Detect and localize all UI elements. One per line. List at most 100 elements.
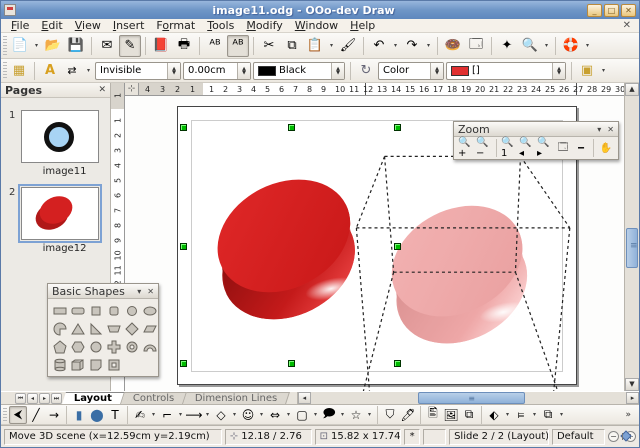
shape-rounded-rectangle-icon[interactable] xyxy=(69,302,86,319)
shape-rectangle-icon[interactable] xyxy=(51,302,68,319)
curve-tool-dropdown[interactable]: ▾ xyxy=(149,406,158,424)
pages-panel-close-icon[interactable]: ✕ xyxy=(98,85,106,95)
insert-text-frame-tool-icon[interactable]: 🖺 xyxy=(424,406,442,424)
menu-insert[interactable]: Insert xyxy=(107,19,151,32)
callouts-tool-dropdown[interactable]: ▾ xyxy=(338,406,347,424)
handle-middle-left[interactable] xyxy=(180,243,187,250)
fontwork-icon[interactable]: A xyxy=(40,61,60,81)
open-icon[interactable]: 📂 xyxy=(42,35,64,57)
shape-right-triangle-icon[interactable] xyxy=(87,320,104,337)
lines-arrows-tool-dropdown[interactable]: ▾ xyxy=(203,406,212,424)
save-icon[interactable]: 💾 xyxy=(65,35,87,57)
stars-tool-icon[interactable]: ☆ xyxy=(347,406,365,424)
line-style-select[interactable]: Invisible▲▼ xyxy=(95,62,181,80)
scroll-right-icon[interactable]: ▸ xyxy=(626,392,639,404)
maximize-button[interactable]: □ xyxy=(604,4,619,17)
tab-controls[interactable]: Controls xyxy=(121,392,187,404)
gallery-tool-icon[interactable]: ⧉ xyxy=(460,406,478,424)
shape-parallelogram-icon[interactable] xyxy=(141,320,158,337)
horizontal-scroll-thumb[interactable]: ≡ xyxy=(418,392,525,404)
tab-nav-previous-icon[interactable]: ◂ xyxy=(27,393,38,404)
zoom-out-icon[interactable]: − xyxy=(608,431,619,442)
rectangle-tool-icon[interactable]: ▮ xyxy=(70,406,88,424)
handle-bottom-right[interactable] xyxy=(394,360,401,367)
toolbar-overflow-dropdown[interactable]: ▾ xyxy=(599,60,608,82)
shape-diamond-icon[interactable] xyxy=(123,320,140,337)
shape-square-icon[interactable] xyxy=(87,302,104,319)
fill-color-select[interactable]: []▲▼ xyxy=(446,62,566,80)
chart-icon[interactable]: 🍩 xyxy=(442,35,464,57)
lines-arrows-tool-icon[interactable]: ⟶ xyxy=(185,406,203,424)
undo-dropdown[interactable]: ▾ xyxy=(391,35,400,57)
autospellcheck-icon[interactable]: ᴬᴮ xyxy=(227,35,249,57)
handle-top-middle[interactable] xyxy=(288,124,295,131)
shape-folded-corner-icon[interactable] xyxy=(87,356,104,373)
shape-isosceles-triangle-icon[interactable] xyxy=(69,320,86,337)
arrange-tool-dropdown[interactable]: ▾ xyxy=(557,406,566,424)
rotate-icon[interactable]: ↻ xyxy=(356,61,376,81)
handle-middle-right[interactable] xyxy=(394,243,401,250)
line-tool-icon[interactable]: ╱ xyxy=(27,406,45,424)
handle-top-right[interactable] xyxy=(394,124,401,131)
new-document-dropdown[interactable]: ▾ xyxy=(32,35,41,57)
minimize-button[interactable]: _ xyxy=(587,4,602,17)
ruler-origin-icon[interactable]: ⊹ xyxy=(125,83,139,96)
styles-icon[interactable]: ▦ xyxy=(9,61,29,81)
zoom-window-menu-icon[interactable]: ▾ xyxy=(597,125,601,134)
basic-shapes-close-icon[interactable]: ✕ xyxy=(147,287,154,296)
vertical-scroll-thumb[interactable] xyxy=(626,228,638,268)
symbol-shapes-tool-icon[interactable]: ☺ xyxy=(239,406,257,424)
symbol-shapes-tool-dropdown[interactable]: ▾ xyxy=(257,406,266,424)
zoom-next-icon[interactable]: 🔍▸ xyxy=(536,139,554,157)
shape-cylinder-icon[interactable] xyxy=(51,356,68,373)
drawing-toolbar-overflow[interactable]: » xyxy=(625,410,637,420)
undo-icon[interactable]: ↶ xyxy=(368,35,390,57)
zoom-out-icon[interactable]: 🔍− xyxy=(475,139,493,157)
menu-tools[interactable]: Tools xyxy=(201,19,240,32)
scroll-left-icon[interactable]: ◂ xyxy=(298,392,311,404)
cut-icon[interactable]: ✂ xyxy=(258,35,280,57)
vertical-scrollbar[interactable]: ▲ ▼ xyxy=(624,83,639,391)
shape-rounded-square-icon[interactable] xyxy=(105,302,122,319)
arrow-tool-icon[interactable]: → xyxy=(45,406,63,424)
shadow-icon[interactable]: ▣ xyxy=(577,61,597,81)
stars-tool-dropdown[interactable]: ▾ xyxy=(365,406,374,424)
arrow-style-dropdown[interactable]: ▾ xyxy=(84,60,93,82)
from-file-tool-icon[interactable]: 🖼 xyxy=(442,406,460,424)
connector-tool-icon[interactable]: ⌐ xyxy=(158,406,176,424)
curve-tool-icon[interactable]: ✍ xyxy=(131,406,149,424)
glue-points-tool-icon[interactable]: 🖊 xyxy=(399,406,417,424)
copy-icon[interactable]: ⧉ xyxy=(281,35,303,57)
menu-window[interactable]: Window xyxy=(289,19,344,32)
page-1-thumbnail[interactable] xyxy=(21,110,99,163)
navigator-icon[interactable]: ✦ xyxy=(496,35,518,57)
menu-modify[interactable]: Modify xyxy=(240,19,288,32)
zoom-slider[interactable]: − + xyxy=(608,431,636,442)
status-page-style[interactable]: Default xyxy=(552,429,605,445)
shape-cube-icon[interactable] xyxy=(69,356,86,373)
flowchart-tool-dropdown[interactable]: ▾ xyxy=(311,406,320,424)
block-arrows-tool-dropdown[interactable]: ▾ xyxy=(284,406,293,424)
zoom-dropdown[interactable]: ▾ xyxy=(542,35,551,57)
zoom-page-width-icon[interactable]: 🗕 xyxy=(572,139,590,157)
basic-shapes-tool-dropdown[interactable]: ▾ xyxy=(230,406,239,424)
select-tool-icon[interactable]: ⮜ xyxy=(9,406,27,424)
handle-top-left[interactable] xyxy=(180,124,187,131)
zoom-window-close-icon[interactable]: ✕ xyxy=(607,125,614,134)
drawing-canvas[interactable]: Zoom ▾ ✕ 🔍+🔍−🔍1🔍◂🔍▸🗔🗕✋ xyxy=(125,96,624,391)
ellipse-tool-icon[interactable]: ⬤ xyxy=(88,406,106,424)
status-slide-info[interactable]: Slide 2 / 2 (Layout) xyxy=(449,429,549,445)
close-button[interactable]: ✕ xyxy=(621,4,636,17)
shape-cross-icon[interactable] xyxy=(105,338,122,355)
menu-file[interactable]: File xyxy=(5,19,35,32)
page-2-thumbnail[interactable] xyxy=(21,187,99,240)
red-disc[interactable] xyxy=(191,158,384,347)
document-email-icon[interactable]: ✉ xyxy=(96,35,118,57)
display-grid-icon[interactable]: 🗔 xyxy=(465,35,487,57)
format-paintbrush-icon[interactable]: 🖌 xyxy=(337,35,359,57)
rotate-3d-tool-icon[interactable]: ⬖ xyxy=(485,406,503,424)
text-tool-icon[interactable]: T xyxy=(106,406,124,424)
shape-octagon-icon[interactable] xyxy=(87,338,104,355)
new-document-icon[interactable]: 📄 xyxy=(9,35,31,57)
scroll-down-icon[interactable]: ▼ xyxy=(625,378,639,391)
